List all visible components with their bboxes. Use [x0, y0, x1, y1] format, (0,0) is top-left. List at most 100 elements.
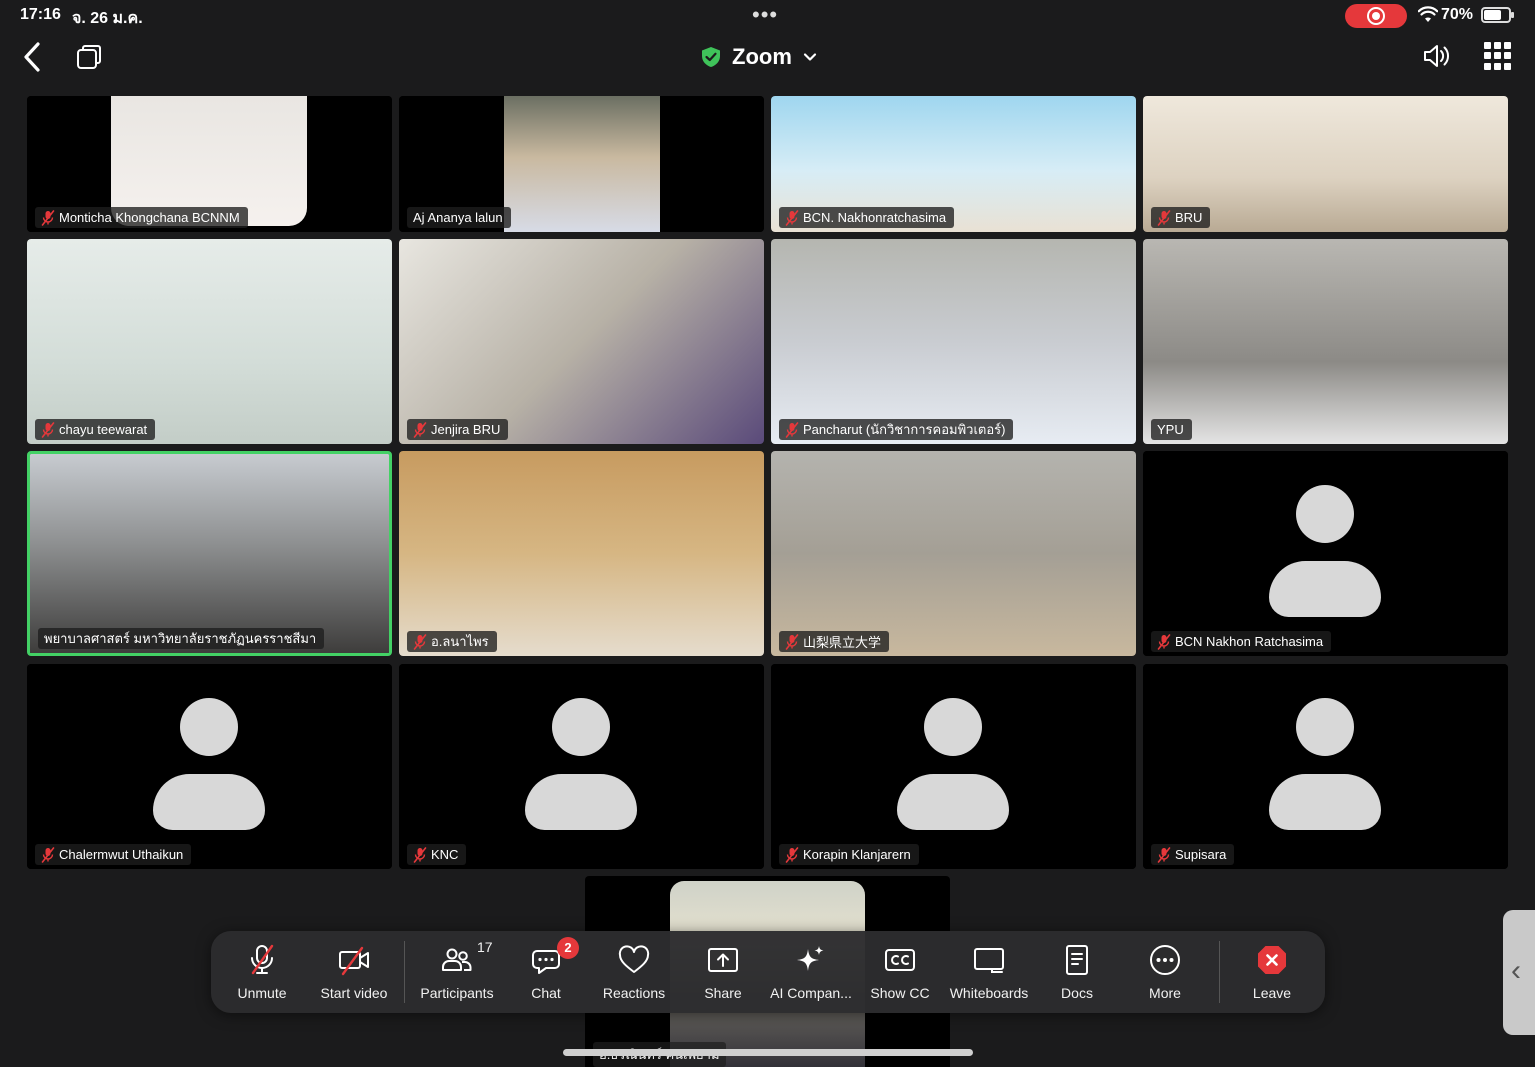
video-tile[interactable]: Korapin Klanjarern: [771, 664, 1136, 869]
muted-mic-icon: [1157, 846, 1171, 863]
participant-name-label: 山梨県立大学: [779, 631, 890, 652]
participant-video: [30, 454, 389, 653]
participant-name: Chalermwut Uthaikun: [59, 847, 184, 862]
meeting-title-dropdown[interactable]: Zoom: [700, 40, 818, 74]
more-button[interactable]: More: [1145, 943, 1185, 1003]
participants-button[interactable]: 17 Participants: [417, 939, 497, 1003]
participant-name-label: อ.ลนาไพร: [407, 631, 497, 652]
participant-video: [771, 239, 1136, 444]
document-icon: [1066, 945, 1088, 975]
participant-name: YPU: [1157, 422, 1184, 437]
leave-button[interactable]: Leave: [1249, 943, 1295, 1003]
participant-name-label: Aj Ananya lalun: [407, 207, 511, 228]
chevron-down-icon: [803, 53, 816, 61]
participant-video: [1143, 239, 1508, 444]
participant-name: Korapin Klanjarern: [803, 847, 911, 862]
muted-mic-icon: [785, 846, 799, 863]
participant-name: Monticha Khongchana BCNNM: [59, 210, 240, 225]
record-icon: [1367, 7, 1385, 25]
default-avatar-icon: [1269, 698, 1381, 838]
muted-mic-icon: [41, 209, 55, 226]
participant-name: chayu teewarat: [59, 422, 148, 437]
participant-name-label: Supisara: [1151, 844, 1235, 865]
multitasking-dots-icon[interactable]: •••: [752, 2, 778, 28]
sparkle-icon: [797, 946, 824, 971]
home-indicator[interactable]: [563, 1049, 973, 1056]
speaker-icon[interactable]: [1420, 40, 1452, 72]
meeting-toolbar: Unmute Start video 17 Participants 2 Cha…: [211, 931, 1325, 1013]
chevron-left-icon: ‹: [1511, 954, 1521, 987]
share-button[interactable]: Share: [699, 943, 747, 1003]
muted-mic-icon: [785, 633, 799, 650]
participants-count: 17: [477, 939, 493, 955]
heart-icon: [618, 945, 650, 973]
whiteboards-button[interactable]: Whiteboards: [947, 943, 1031, 1003]
show-cc-button[interactable]: Show CC: [869, 943, 931, 1003]
muted-mic-icon: [41, 421, 55, 438]
video-tile[interactable]: Chalermwut Uthaikun: [27, 664, 392, 869]
muted-mic-icon: [785, 421, 799, 438]
muted-mic-icon: [413, 421, 427, 438]
reactions-button[interactable]: Reactions: [599, 943, 669, 1003]
video-tile[interactable]: Jenjira BRU: [399, 239, 764, 444]
participant-name-label: BCN. Nakhonratchasima: [779, 207, 955, 228]
back-chevron-icon[interactable]: [18, 40, 48, 74]
gallery-view-icon[interactable]: [1484, 42, 1512, 70]
default-avatar-icon: [1269, 485, 1381, 625]
side-panel-handle[interactable]: ‹: [1503, 910, 1535, 1035]
ai-companion-button[interactable]: AI Compan...: [767, 943, 855, 1003]
participant-name: Supisara: [1175, 847, 1227, 862]
participant-name-label: Korapin Klanjarern: [779, 844, 919, 865]
video-tile[interactable]: Supisara: [1143, 664, 1508, 869]
video-tile[interactable]: อ.ลนาไพร: [399, 451, 764, 656]
video-tile[interactable]: BCN Nakhon Ratchasima: [1143, 451, 1508, 656]
participant-name-label: Jenjira BRU: [407, 419, 509, 440]
participant-name: Pancharut (นักวิชาการคอมพิวเตอร์): [803, 422, 1006, 437]
participant-name-label: YPU: [1151, 419, 1192, 440]
participant-name: พยาบาลศาสตร์ มหาวิทยาลัยราชภัฏนครราชสีมา: [44, 631, 317, 646]
shield-check-icon: [702, 47, 720, 67]
more-dots-icon: [1150, 945, 1180, 975]
video-tile[interactable]: Aj Ananya lalun: [399, 96, 764, 232]
muted-mic-icon: [41, 846, 55, 863]
participant-name: Jenjira BRU: [431, 422, 501, 437]
default-avatar-icon: [525, 698, 637, 838]
battery-percent: 70%: [1441, 6, 1474, 23]
whiteboard-icon: [974, 948, 1004, 973]
toolbar-divider: [1219, 941, 1220, 1003]
video-tile[interactable]: KNC: [399, 664, 764, 869]
toolbar-divider: [404, 941, 405, 1003]
video-tile[interactable]: 山梨県立大学: [771, 451, 1136, 656]
chat-button[interactable]: 2 Chat: [523, 937, 579, 1003]
zoom-meeting-screen: 17:16 จ. 26 ม.ค. ••• 70% Zoom Monticha K…: [0, 0, 1535, 1067]
muted-mic-icon: [413, 846, 427, 863]
muted-mic-icon: [413, 633, 427, 650]
muted-mic-icon: [251, 944, 274, 975]
video-tile[interactable]: BRU: [1143, 96, 1508, 232]
wifi-icon: [1418, 6, 1438, 22]
video-tile[interactable]: พยาบาลศาสตร์ มหาวิทยาลัยราชภัฏนครราชสีมา: [27, 451, 392, 656]
participant-name: 山梨県立大学: [803, 635, 882, 650]
participant-name-label: Chalermwut Uthaikun: [35, 844, 192, 865]
video-tile[interactable]: chayu teewarat: [27, 239, 392, 444]
video-tile[interactable]: Monticha Khongchana BCNNM: [27, 96, 392, 232]
closed-caption-icon: [885, 949, 915, 971]
participant-name-label: KNC: [407, 844, 467, 865]
unmute-button[interactable]: Unmute: [231, 943, 293, 1003]
video-tile[interactable]: Pancharut (นักวิชาการคอมพิวเตอร์): [771, 239, 1136, 444]
video-off-icon: [339, 946, 369, 976]
participant-name-label: BCN Nakhon Ratchasima: [1151, 631, 1332, 652]
video-tile[interactable]: YPU: [1143, 239, 1508, 444]
participant-name: BRU: [1175, 210, 1203, 225]
participant-name: BCN. Nakhonratchasima: [803, 210, 947, 225]
participant-name-label: พยาบาลศาสตร์ มหาวิทยาลัยราชภัฏนครราชสีมา: [38, 628, 325, 649]
screen-recording-indicator[interactable]: [1345, 4, 1407, 28]
battery-fill: [1484, 10, 1501, 20]
switch-camera-icon[interactable]: [74, 42, 104, 72]
meeting-title: Zoom: [732, 44, 792, 69]
video-tile[interactable]: BCN. Nakhonratchasima: [771, 96, 1136, 232]
start-video-button[interactable]: Start video: [313, 943, 395, 1003]
participant-name: อ.ลนาไพร: [431, 634, 489, 649]
docs-button[interactable]: Docs: [1057, 943, 1097, 1003]
participant-video: [399, 451, 764, 656]
